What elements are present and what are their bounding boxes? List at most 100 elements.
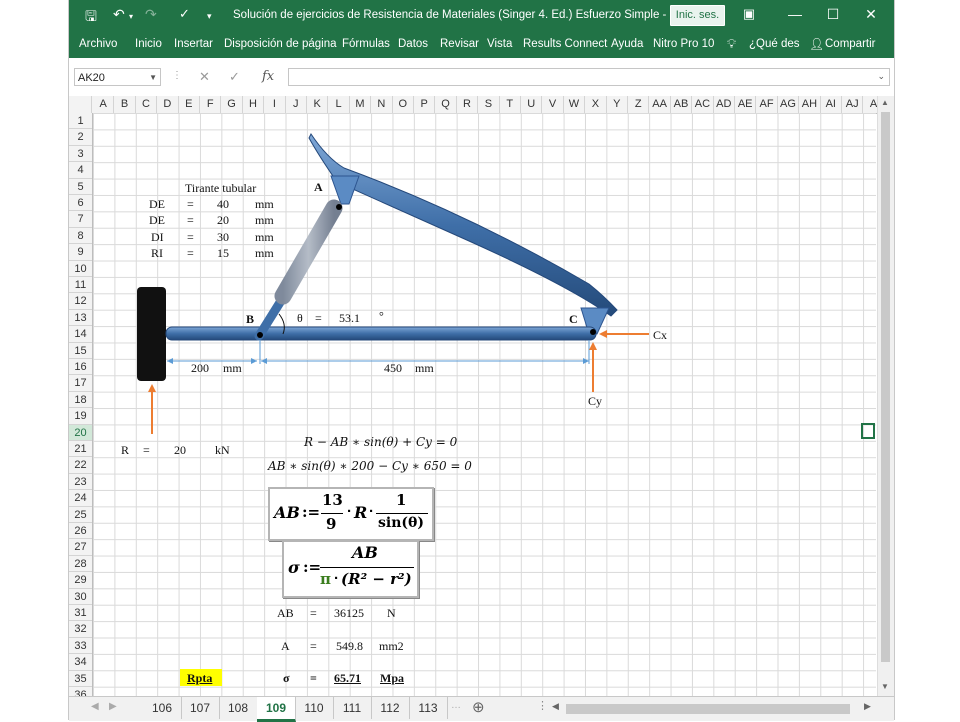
point-a-label: A: [314, 180, 323, 194]
theta-eq: =: [315, 311, 322, 325]
tab-formulas[interactable]: Fórmulas: [342, 38, 390, 50]
formula-sigma-assign: :=: [303, 558, 322, 576]
answer-eq: =: [310, 671, 317, 685]
horizontal-beam: [165, 326, 597, 341]
vertical-scrollbar[interactable]: ▲ ▼: [877, 96, 894, 696]
more-sheets-icon[interactable]: …: [451, 700, 461, 711]
formula-ab-num: 13: [322, 491, 343, 509]
tab-ayuda[interactable]: Ayuda: [611, 38, 643, 50]
lightbulb-icon: 💡︎: [727, 36, 737, 51]
expand-formula-icon[interactable]: ⌄: [877, 71, 885, 82]
structure-diagram: [137, 133, 649, 434]
tab-inicio[interactable]: Inicio: [135, 38, 162, 50]
load-unit: kN: [215, 443, 230, 457]
tab-archivo[interactable]: Archivo: [79, 38, 117, 50]
sheet-tab[interactable]: 108: [219, 697, 258, 719]
formula-sigma-pi: π: [320, 570, 331, 588]
redo-icon[interactable]: ↷: [145, 6, 157, 23]
tab-split-icon[interactable]: ⋮: [537, 699, 548, 712]
next-sheet-icon[interactable]: ▶: [109, 701, 117, 712]
add-sheet-icon[interactable]: ⊕: [472, 698, 485, 716]
sheet-tabs-bar: ◀ ▶ 106 107 108 109 110 111 112 113 … ⊕ …: [69, 696, 894, 722]
excel-window: 🖫 ↶ ▾ ↷ ✓ ▾ Solución de ejercicios de Re…: [68, 0, 895, 722]
result-unit: mm2: [379, 639, 404, 653]
dim-left-unit: mm: [223, 361, 242, 375]
theta-unit: °: [379, 309, 384, 323]
sheet-tab[interactable]: 112: [371, 697, 410, 719]
result-value: 36125: [334, 606, 364, 620]
pin-b: [257, 332, 263, 338]
sheet-tab[interactable]: 113: [409, 697, 448, 719]
scroll-up-icon[interactable]: ▲: [881, 98, 889, 107]
tab-nitro[interactable]: Nitro Pro 10: [653, 38, 714, 50]
window-title: Solución de ejercicios de Resistencia de…: [233, 9, 698, 21]
formula-bar: AK20 ▼ ⋮ ✕ ✓ fx ⌄: [69, 60, 894, 94]
tab-insertar[interactable]: Insertar: [174, 38, 213, 50]
scroll-thumb[interactable]: [881, 112, 890, 662]
result-eq: =: [310, 606, 317, 620]
sheet-tab[interactable]: 107: [181, 697, 220, 719]
tab-vista[interactable]: Vista: [487, 38, 512, 50]
spellcheck-icon[interactable]: ✓: [179, 6, 190, 22]
tab-datos[interactable]: Datos: [398, 38, 428, 50]
dim-left-value: 200: [191, 361, 209, 375]
sign-in-button[interactable]: Inic. ses.: [670, 5, 725, 26]
name-box[interactable]: AK20 ▼: [74, 68, 161, 86]
point-c-label: C: [569, 312, 578, 326]
formula-sigma-box: σ := AB π · (R² − r²): [282, 540, 419, 598]
insert-function-icon[interactable]: fx: [262, 69, 274, 84]
ribbon-tabs: Archivo Inicio Insertar Disposición de p…: [69, 32, 894, 58]
enter-icon[interactable]: ✓: [229, 69, 240, 85]
equilibrium-eq-2: AB ∗ sin(θ) ∗ 200 − Cy ∗ 650 = 0: [268, 459, 472, 473]
minimize-button[interactable]: —: [783, 6, 807, 22]
undo-dropdown-icon[interactable]: ▾: [129, 12, 133, 21]
formula-input[interactable]: ⌄: [288, 68, 890, 86]
answer-unit: Mpa: [380, 671, 404, 685]
theta-value: 53.1: [339, 311, 360, 325]
multiply-dot: ·: [347, 503, 352, 520]
horizontal-scroll-thumb[interactable]: [566, 704, 850, 714]
title-bar: 🖫 ↶ ▾ ↷ ✓ ▾ Solución de ejercicios de Re…: [69, 0, 894, 32]
sheet-tab[interactable]: 110: [295, 697, 334, 719]
formula-ab-lhs: AB: [274, 503, 300, 522]
scroll-down-icon[interactable]: ▼: [881, 682, 889, 691]
cancel-icon[interactable]: ✕: [199, 69, 210, 85]
theta-label: θ: [297, 311, 303, 325]
prev-sheet-icon[interactable]: ◀: [91, 701, 99, 712]
formula-sigma-lhs: σ: [288, 558, 300, 577]
point-b-label: B: [246, 312, 255, 326]
formula-ab-assign: :=: [302, 503, 321, 521]
sheet-tab[interactable]: 111: [333, 697, 372, 719]
answer-symbol: σ: [283, 671, 290, 685]
tab-disposicion[interactable]: Disposición de página: [224, 38, 337, 50]
multiply-dot: ·: [369, 503, 374, 520]
formula-ab-num2: 1: [396, 491, 407, 509]
tab-results-connect[interactable]: Results Connect: [523, 38, 607, 50]
save-icon[interactable]: 🖫: [85, 6, 97, 30]
customize-toolbar-icon[interactable]: ▾: [207, 11, 212, 22]
pin-c: [590, 329, 596, 335]
wall-support: [137, 287, 166, 381]
curved-beam: [308, 133, 618, 317]
load-value: 20: [174, 443, 186, 457]
name-box-value: AK20: [78, 72, 105, 84]
formula-ab-den: 9: [326, 515, 337, 533]
tab-revisar[interactable]: Revisar: [440, 38, 479, 50]
cx-label: Cx: [653, 328, 668, 342]
multiply-dot: ·: [334, 570, 339, 587]
sheet-tab[interactable]: 106: [143, 697, 182, 719]
formula-ab-box: AB := 13 9 · R · 1 sin(θ): [268, 487, 434, 541]
pin-a: [336, 204, 342, 210]
chevron-down-icon[interactable]: ▼: [149, 69, 157, 87]
maximize-button[interactable]: ☐: [821, 6, 845, 23]
tell-me-search[interactable]: ¿Qué des: [749, 38, 800, 50]
scroll-right-icon[interactable]: ▶: [864, 701, 871, 712]
close-button[interactable]: ✕: [859, 6, 883, 23]
undo-icon[interactable]: ↶: [113, 6, 125, 23]
worksheet-grid: A B C D E F G H I J K L M N O P Q R S T U V W X Y Z AA AB AC AD AE AF AG…: [69, 96, 894, 696]
ribbon-display-icon[interactable]: ▣: [737, 6, 761, 22]
sheet-tab-active[interactable]: 109: [257, 697, 296, 722]
share-button[interactable]: Compartir: [825, 38, 875, 50]
scroll-left-icon[interactable]: ◀: [552, 701, 559, 712]
formula-ab-den2: sin(θ): [378, 515, 424, 531]
